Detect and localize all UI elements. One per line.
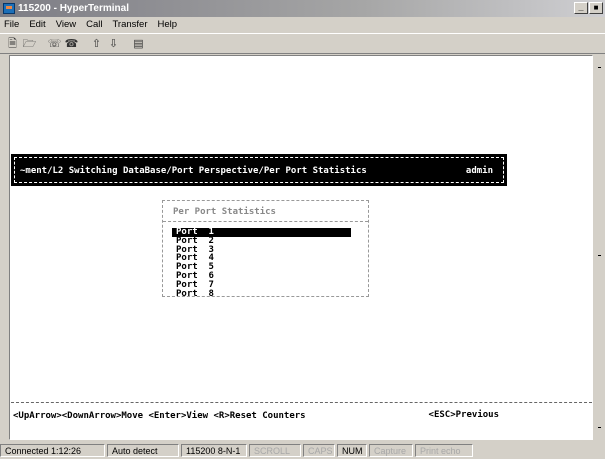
menu-call[interactable]: Call: [81, 19, 107, 30]
capture-indicator: Capture: [369, 443, 413, 457]
title-bar: 115200 - HyperTerminal _ ■: [0, 0, 605, 17]
footer-divider: [11, 402, 592, 403]
auto-detect-status: Auto detect: [107, 443, 179, 457]
port-list: Port 1 Port 2 Port 3 Port 4 Port 5 Port …: [172, 228, 366, 298]
caps-indicator: CAPS: [303, 443, 335, 457]
terminal-footer: <UpArrow><DownArrow>Move <Enter>View <R>…: [13, 410, 499, 421]
disconnect-icon[interactable]: ☎: [63, 36, 80, 52]
port-settings: 115200 8-N-1: [181, 443, 247, 457]
call-icon[interactable]: ☏: [46, 36, 63, 52]
panel-title: Per Port Statistics: [173, 207, 276, 217]
hyperterminal-icon[interactable]: [3, 3, 15, 14]
menu-view[interactable]: View: [51, 19, 81, 30]
terminal-header: ~ment/L2 Switching DataBase/Port Perspec…: [11, 154, 507, 186]
receive-icon[interactable]: ⇩: [105, 36, 122, 52]
previous-hint: <ESC>Previous: [428, 410, 499, 420]
num-indicator: NUM: [337, 443, 367, 457]
menu-edit[interactable]: Edit: [24, 19, 50, 30]
print-echo-indicator: Print echo: [415, 443, 473, 457]
per-port-statistics-panel: Per Port Statistics Port 1 Port 2 Port 3…: [162, 200, 369, 298]
menu-bar: File Edit View Call Transfer Help: [0, 17, 605, 32]
menu-transfer[interactable]: Transfer: [107, 19, 152, 30]
toolbar: 🗎 🗁 ☏ ☎ ⇧ ⇩ ▤: [0, 33, 605, 54]
vertical-scrollbar[interactable]: [593, 55, 605, 440]
open-folder-icon[interactable]: 🗁: [21, 36, 38, 52]
connection-time: Connected 1:12:26: [0, 443, 105, 457]
scroll-indicator: SCROLL: [249, 443, 301, 457]
menu-help[interactable]: Help: [153, 19, 183, 30]
window-title: 115200 - HyperTerminal: [18, 3, 129, 14]
minimize-button[interactable]: _: [574, 2, 588, 14]
menu-file[interactable]: File: [0, 19, 24, 30]
menu-path: ~ment/L2 Switching DataBase/Port Perspec…: [20, 166, 367, 176]
send-icon[interactable]: ⇧: [88, 36, 105, 52]
key-help: <UpArrow><DownArrow>Move <Enter>View <R>…: [13, 411, 306, 421]
close-button[interactable]: ■: [589, 2, 603, 14]
port-item-8[interactable]: Port 8: [172, 289, 366, 299]
new-file-icon[interactable]: 🗎: [4, 36, 21, 52]
window-controls: _ ■: [574, 2, 603, 14]
user-name: admin: [465, 166, 493, 176]
status-bar: Connected 1:12:26 Auto detect 115200 8-N…: [0, 441, 605, 459]
properties-icon[interactable]: ▤: [130, 36, 147, 52]
